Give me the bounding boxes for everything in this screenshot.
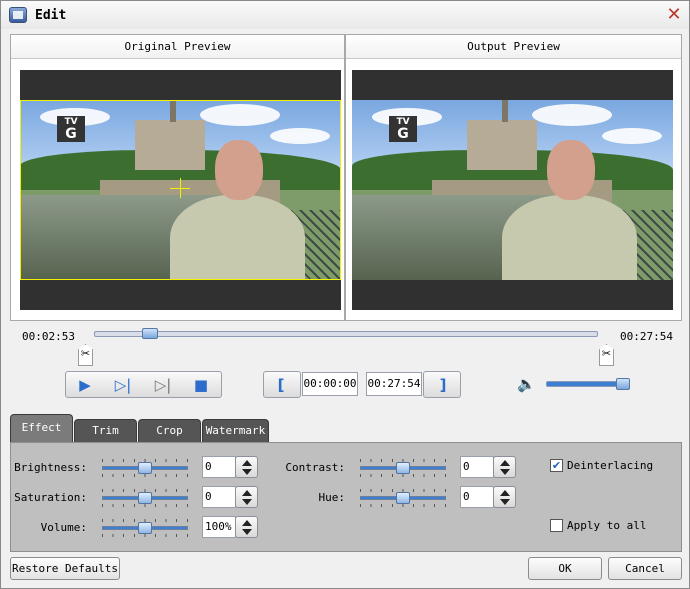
set-start-button[interactable]: [ <box>263 371 301 398</box>
saturation-stepper[interactable]: 0 <box>202 486 258 508</box>
decrement-icon <box>242 469 252 475</box>
decrement-icon <box>242 499 252 505</box>
window-title: Edit <box>35 8 67 23</box>
ok-button[interactable]: OK <box>528 557 602 580</box>
apply-to-all-checkbox[interactable] <box>550 519 563 532</box>
timeline-thumb[interactable] <box>142 328 159 339</box>
tab-trim[interactable]: Trim <box>74 419 137 443</box>
restore-defaults-button[interactable]: Restore Defaults <box>10 557 120 580</box>
output-video: TV G <box>352 70 673 310</box>
hue-slider[interactable] <box>360 489 446 507</box>
decrement-icon <box>242 529 252 535</box>
volume-label: Volume: <box>40 521 87 534</box>
deinterlacing-checkbox[interactable]: ✔ <box>550 459 563 472</box>
brightness-slider[interactable] <box>102 459 188 477</box>
output-preview-pane: Output Preview TV G <box>345 34 682 321</box>
saturation-label: Saturation: <box>14 491 87 504</box>
increment-icon <box>500 490 510 496</box>
volume-stepper[interactable]: 100% <box>202 516 258 538</box>
timeline-track[interactable] <box>94 331 598 337</box>
increment-icon <box>242 520 252 526</box>
increment-icon <box>500 460 510 466</box>
output-preview-label: Output Preview <box>346 35 681 59</box>
volume-thumb[interactable] <box>616 378 630 390</box>
next-frame-icon[interactable]: ▷| <box>112 375 134 395</box>
contrast-label: Contrast: <box>285 461 345 474</box>
increment-icon <box>242 490 252 496</box>
set-end-button[interactable]: ] <box>423 371 461 398</box>
brightness-label: Brightness: <box>14 461 87 474</box>
contrast-stepper[interactable]: 0 <box>460 456 516 478</box>
trim-start-scissor-icon[interactable]: ✂ <box>78 344 93 366</box>
tab-effect[interactable]: Effect <box>10 414 73 443</box>
deinterlacing-label: Deinterlacing <box>567 459 654 472</box>
stop-icon[interactable]: ■ <box>190 375 212 395</box>
original-preview-label: Original Preview <box>11 35 344 59</box>
video-editor-icon <box>9 7 27 23</box>
trim-end-scissor-icon[interactable]: ✂ <box>599 344 614 366</box>
tab-bar: Effect Trim Crop Watermark <box>10 414 310 443</box>
volume-effect-slider[interactable] <box>102 519 188 537</box>
brightness-stepper[interactable]: 0 <box>202 456 258 478</box>
tab-watermark[interactable]: Watermark <box>202 419 269 443</box>
apply-to-all-label: Apply to all <box>567 519 647 532</box>
effect-panel: Brightness: 0 Saturation: 0 Volume: 100%… <box>10 442 682 552</box>
close-icon[interactable]: ✕ <box>665 6 683 24</box>
cancel-button[interactable]: Cancel <box>608 557 682 580</box>
bracket-open-icon: [ <box>277 376 285 394</box>
speaker-icon[interactable]: 🔈 <box>517 375 536 393</box>
decrement-icon <box>500 469 510 475</box>
contrast-slider[interactable] <box>360 459 446 477</box>
saturation-slider[interactable] <box>102 489 188 507</box>
video-frame: TV G <box>352 100 673 280</box>
channel-logo: TV G <box>389 116 417 142</box>
title-bar: Edit ✕ <box>1 1 689 29</box>
start-time-field[interactable]: 00:00:00 <box>302 372 358 396</box>
decrement-icon <box>500 499 510 505</box>
clip-range: [ 00:00:00 00:27:54 ] <box>263 371 461 398</box>
step-end-icon[interactable]: ▷| <box>152 375 174 395</box>
original-video[interactable]: TV G <box>20 70 341 310</box>
end-time-field[interactable]: 00:27:54 <box>366 372 422 396</box>
bracket-close-icon: ] <box>439 376 447 394</box>
playback-controls: ▶ ▷| ▷| ■ <box>65 371 222 398</box>
increment-icon <box>242 460 252 466</box>
current-time: 00:02:53 <box>22 330 75 343</box>
edit-dialog: Edit ✕ Original Preview TV G Output Prev… <box>0 0 690 589</box>
original-preview-pane: Original Preview TV G <box>10 34 345 321</box>
play-icon[interactable]: ▶ <box>74 375 96 395</box>
hue-stepper[interactable]: 0 <box>460 486 516 508</box>
tab-crop[interactable]: Crop <box>138 419 201 443</box>
total-time: 00:27:54 <box>620 330 673 343</box>
hue-label: Hue: <box>318 491 346 504</box>
